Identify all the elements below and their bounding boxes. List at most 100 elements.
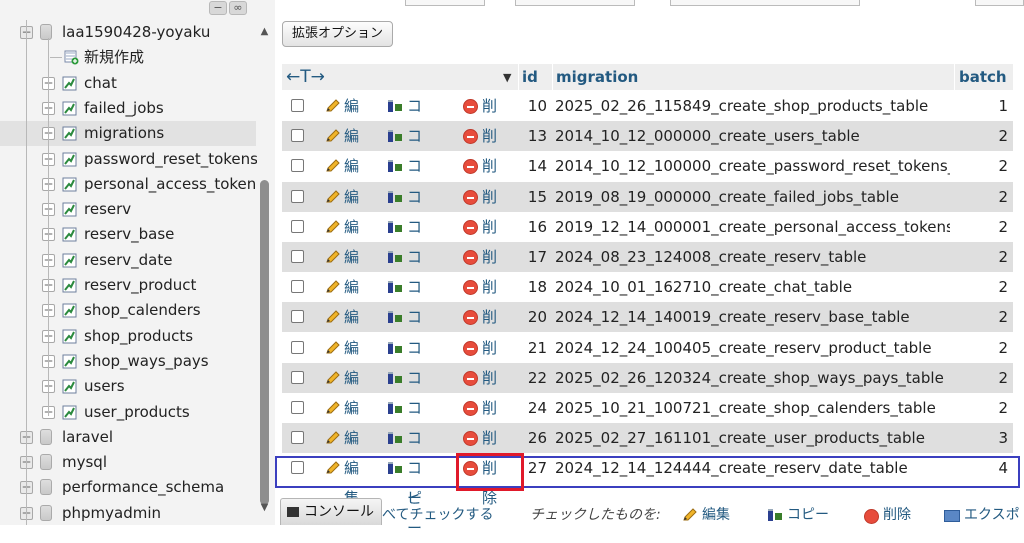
pencil-icon bbox=[326, 371, 340, 384]
tree-item-shop-calenders[interactable]: +shop_calenders bbox=[0, 298, 256, 323]
tree-item-reserv[interactable]: +reserv bbox=[0, 197, 256, 222]
check-all-link[interactable]: べてチェックする bbox=[382, 500, 493, 525]
row-checkbox[interactable] bbox=[291, 461, 304, 475]
tree-label: reserv_product bbox=[84, 276, 197, 294]
tree-item-chat[interactable]: +chat bbox=[0, 71, 256, 96]
console-label: コンソール bbox=[304, 504, 374, 520]
table-icon[interactable] bbox=[62, 405, 77, 420]
table-icon[interactable] bbox=[62, 354, 77, 369]
nav-scrollbar[interactable]: ▲ ▼ bbox=[257, 20, 272, 525]
table-icon[interactable] bbox=[62, 278, 77, 293]
row-checkbox[interactable] bbox=[291, 159, 304, 173]
table-row: 編集コピー削除152019_08_19_000000_create_failed… bbox=[282, 181, 1013, 266]
cell-batch: 2 bbox=[998, 187, 1008, 206]
column-header-migration[interactable]: migration bbox=[556, 64, 638, 91]
tree-item-shop-products[interactable]: +shop_products bbox=[0, 324, 256, 349]
scroll-up-icon[interactable]: ▲ bbox=[257, 25, 272, 39]
tree-item-reserv-base[interactable]: +reserv_base bbox=[0, 222, 256, 247]
tree-item-password-reset-tokens[interactable]: +password_reset_tokens bbox=[0, 147, 258, 172]
table-row: 編集コピー削除262025_02_27_161101_create_user_p… bbox=[282, 423, 1013, 507]
delete-icon bbox=[463, 219, 478, 235]
pencil-icon bbox=[326, 401, 340, 414]
table-icon[interactable] bbox=[62, 329, 77, 344]
pencil-icon bbox=[326, 129, 340, 142]
tree-item-reserv-date[interactable]: +reserv_date bbox=[0, 248, 256, 273]
row-checkbox[interactable] bbox=[291, 129, 304, 143]
tree-item-personal-access-tokens[interactable]: +personal_access_tokens bbox=[0, 172, 264, 197]
tree-item-migrations[interactable]: +migrations bbox=[0, 121, 256, 147]
tree-item-user-products[interactable]: +user_products bbox=[0, 400, 256, 425]
cell-migration: 2024_12_14_140019_create_reserv_base_tab… bbox=[555, 308, 910, 327]
copy-icon bbox=[388, 402, 402, 414]
cell-migration: 2025_02_26_120324_create_shop_ways_pays_… bbox=[555, 368, 944, 387]
table-icon[interactable] bbox=[62, 227, 77, 242]
cell-id: 18 bbox=[527, 278, 547, 297]
row-checkbox[interactable] bbox=[291, 310, 304, 324]
cell-batch: 2 bbox=[998, 248, 1008, 266]
cell-migration: 2024_08_23_124008_create_reserv_table bbox=[555, 248, 867, 266]
cell-batch: 2 bbox=[998, 338, 1008, 357]
tree-item-laravel[interactable]: +laravel bbox=[0, 425, 256, 450]
scrollbar-thumb[interactable] bbox=[260, 180, 269, 505]
column-header-batch[interactable]: batch bbox=[959, 64, 1007, 91]
tree-label: shop_products bbox=[84, 326, 194, 345]
cell-id: 15 bbox=[527, 187, 547, 206]
tree-item-laa1590428-yoyaku[interactable]: −laa1590428-yoyaku bbox=[0, 20, 256, 45]
table-icon[interactable] bbox=[62, 202, 77, 217]
export-icon bbox=[944, 510, 960, 522]
cell-id: 17 bbox=[527, 248, 547, 266]
tree-item-reserv-product[interactable]: +reserv_product bbox=[0, 273, 256, 298]
table-icon[interactable] bbox=[62, 152, 77, 167]
cell-batch: 2 bbox=[998, 157, 1008, 176]
table-row: 編集コピー削除172024_08_23_124008_create_reserv… bbox=[282, 242, 1013, 326]
tree-item-new[interactable]: 新規作成 bbox=[0, 45, 256, 70]
table-icon[interactable] bbox=[62, 76, 77, 91]
tree-item-failed-jobs[interactable]: +failed_jobs bbox=[0, 96, 256, 121]
table-icon[interactable] bbox=[62, 379, 77, 394]
copy-icon bbox=[768, 509, 782, 521]
table-row: 編集コピー削除132014_10_12_000000_create_users_… bbox=[282, 121, 1013, 205]
table-icon[interactable] bbox=[62, 177, 77, 192]
row-checkbox[interactable] bbox=[291, 189, 304, 203]
collapse-all-icon[interactable]: − bbox=[209, 1, 227, 15]
tree-label: 新規作成 bbox=[84, 48, 145, 67]
scroll-down-icon[interactable]: ▼ bbox=[257, 501, 272, 515]
cell-migration: 2019_12_14_000001_create_personal_access… bbox=[555, 217, 950, 236]
cell-migration: 2025_10_21_100721_create_shop_calenders_… bbox=[555, 399, 936, 417]
tree-item-performance-schema[interactable]: +performance_schema bbox=[0, 475, 256, 500]
column-arrows-icon[interactable]: ←T→ bbox=[286, 64, 325, 91]
row-checkbox[interactable] bbox=[291, 280, 304, 294]
row-checkbox[interactable] bbox=[291, 250, 304, 263]
copy-icon bbox=[388, 311, 402, 324]
tree-item-mysql[interactable]: +mysql bbox=[0, 450, 256, 475]
tree-label: shop_calenders bbox=[84, 301, 201, 320]
cell-migration: 2025_02_26_115849_create_shop_products_t… bbox=[555, 97, 929, 115]
row-checkbox[interactable] bbox=[291, 219, 304, 233]
cell-id: 10 bbox=[527, 97, 547, 115]
copy-icon bbox=[388, 341, 402, 354]
cell-batch: 2 bbox=[998, 127, 1008, 146]
delete-icon bbox=[463, 250, 478, 265]
tree-item-shop-ways-pays[interactable]: +shop_ways_pays bbox=[0, 349, 256, 374]
table-icon[interactable] bbox=[62, 253, 77, 268]
row-checkbox[interactable] bbox=[291, 370, 304, 384]
sort-dropdown-icon[interactable]: ▼ bbox=[503, 64, 511, 91]
link-icon[interactable]: ∞ bbox=[229, 1, 247, 15]
extended-options-button[interactable]: 拡張オプション bbox=[282, 21, 394, 47]
delete-icon bbox=[463, 340, 478, 356]
table-icon[interactable] bbox=[62, 303, 77, 318]
row-checkbox[interactable] bbox=[291, 401, 304, 414]
tree-item-phpmyadmin[interactable]: +phpmyadmin bbox=[0, 501, 256, 525]
row-checkbox[interactable] bbox=[291, 340, 304, 354]
column-header-id[interactable]: id bbox=[522, 64, 538, 91]
table-icon[interactable] bbox=[62, 126, 77, 141]
table-row: 編集コピー削除222025_02_26_120324_create_shop_w… bbox=[282, 362, 1013, 447]
console-tab[interactable]: コンソール bbox=[280, 498, 382, 525]
tree-label: shop_ways_pays bbox=[84, 351, 209, 370]
cell-id: 16 bbox=[527, 217, 547, 236]
row-checkbox[interactable] bbox=[291, 431, 304, 445]
table-icon[interactable] bbox=[62, 101, 77, 116]
main-content: 拡張オプション ←T→ ▼ id migration batch 編集コピー削除… bbox=[275, 0, 1024, 537]
row-checkbox[interactable] bbox=[291, 99, 304, 112]
tree-item-users[interactable]: +users bbox=[0, 374, 256, 399]
